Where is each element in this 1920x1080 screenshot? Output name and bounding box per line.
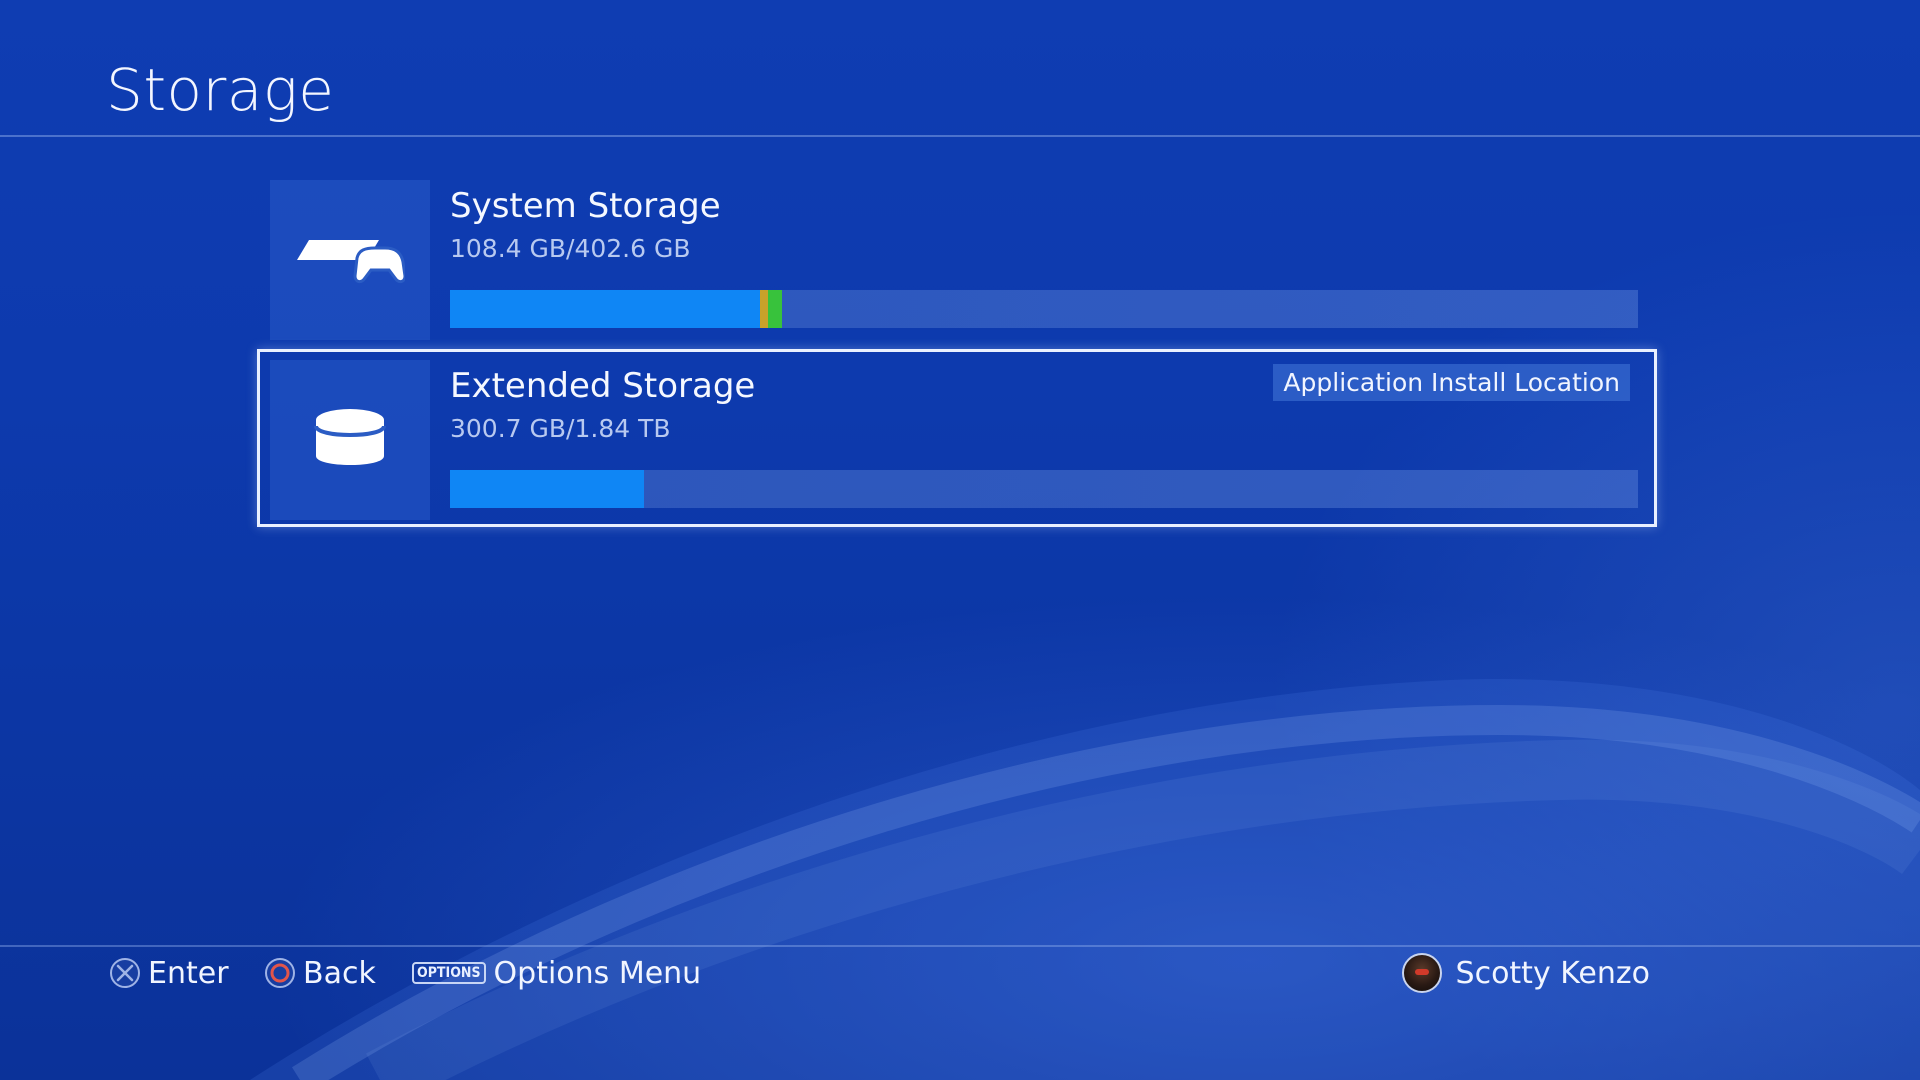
- options-hint-label: Options Menu: [493, 955, 702, 991]
- extended-storage-icon-box: [270, 360, 430, 520]
- storage-usage-text: 108.4 GB/402.6 GB: [450, 234, 691, 263]
- cross-button-icon: [110, 958, 140, 988]
- page-title: Storage: [106, 56, 335, 124]
- enter-hint[interactable]: Enter: [110, 950, 229, 996]
- install-location-badge: Application Install Location: [1273, 364, 1630, 401]
- progress-segment-green: [768, 290, 782, 328]
- background-wave: [250, 679, 1920, 1080]
- console-controller-icon: [295, 228, 407, 292]
- options-button-icon: OPTIONS: [412, 962, 486, 984]
- enter-hint-label: Enter: [148, 955, 229, 991]
- user-name: Scotty Kenzo: [1455, 955, 1650, 991]
- avatar: [1401, 953, 1442, 993]
- footer-bar: Enter Back OPTIONS Options Menu Scotty K…: [0, 950, 1920, 1010]
- storage-item-system[interactable]: System Storage 108.4 GB/402.6 GB: [270, 180, 1640, 340]
- system-storage-icon-box: [270, 180, 430, 340]
- storage-progress-bar: [450, 470, 1638, 508]
- back-hint[interactable]: Back: [265, 950, 376, 996]
- storage-usage-text: 300.7 GB/1.84 TB: [450, 414, 671, 443]
- progress-fill: [450, 470, 644, 508]
- storage-item-title: System Storage: [450, 186, 721, 226]
- options-hint[interactable]: OPTIONS Options Menu: [412, 950, 701, 996]
- footer-divider: [0, 945, 1920, 947]
- hard-drive-icon: [310, 398, 390, 482]
- header-divider: [0, 135, 1920, 137]
- storage-item-title: Extended Storage: [450, 366, 756, 406]
- progress-fill: [450, 290, 770, 328]
- storage-item-extended[interactable]: Extended Storage 300.7 GB/1.84 TB Applic…: [257, 349, 1657, 527]
- circle-button-icon: [265, 958, 295, 988]
- back-hint-label: Back: [303, 955, 376, 991]
- progress-segment-orange: [760, 290, 768, 328]
- storage-progress-bar: [450, 290, 1638, 328]
- user-profile: Scotty Kenzo: [1401, 950, 1650, 996]
